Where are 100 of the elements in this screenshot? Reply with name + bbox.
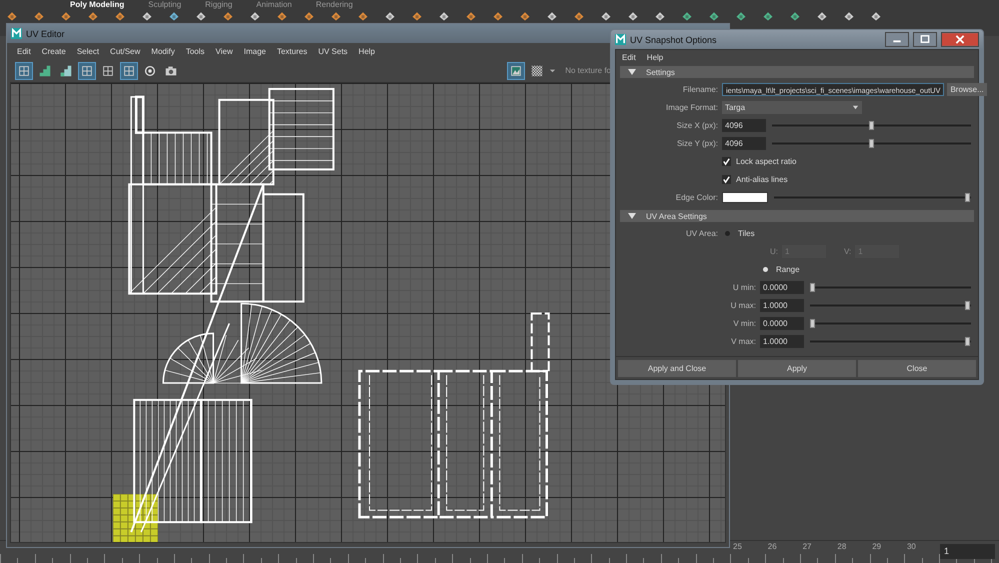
tool-icon[interactable] xyxy=(249,10,261,22)
color-swatch[interactable] xyxy=(722,192,768,202)
tool-icon[interactable] xyxy=(411,10,423,22)
caret-icon[interactable] xyxy=(852,104,859,110)
menu-item[interactable]: Tools xyxy=(186,47,205,56)
tool-icon[interactable] xyxy=(330,10,342,22)
image-icon[interactable] xyxy=(507,62,526,80)
field-label: Size X (px): xyxy=(676,120,718,130)
checkbox-label: Lock aspect ratio xyxy=(736,156,796,166)
slider-handle[interactable] xyxy=(868,138,874,148)
slider-handle[interactable] xyxy=(965,336,970,346)
checkbox[interactable] xyxy=(722,156,731,166)
app-logo-icon xyxy=(615,34,626,45)
radio-label: Tiles xyxy=(738,228,755,238)
number-field[interactable]: 1.0000 xyxy=(760,298,804,312)
maximize-icon[interactable] xyxy=(913,32,937,47)
dialog-button[interactable]: Close xyxy=(858,360,976,377)
tool-icon[interactable] xyxy=(195,10,207,22)
tool-icon[interactable] xyxy=(276,10,288,22)
slider-handle[interactable] xyxy=(810,318,815,328)
close-icon[interactable] xyxy=(941,32,979,47)
tool-icon[interactable] xyxy=(357,10,369,22)
tool-icon[interactable] xyxy=(303,10,315,22)
grid-icon[interactable] xyxy=(78,62,96,80)
tool-icon[interactable] xyxy=(627,10,639,22)
menu-item[interactable]: Image xyxy=(244,47,266,56)
field-label: Edge Color: xyxy=(676,192,718,202)
shelf-tab[interactable]: Animation xyxy=(256,0,292,9)
field-label: Size Y (px): xyxy=(676,138,718,148)
menu-item[interactable]: Create xyxy=(42,47,66,56)
menu-item[interactable]: Help xyxy=(646,53,664,62)
tool-icon[interactable] xyxy=(762,10,774,22)
number-field[interactable]: 4096 xyxy=(722,136,766,150)
tool-icon[interactable] xyxy=(735,10,747,22)
tool-icon[interactable] xyxy=(843,10,855,22)
image-format-dropdown[interactable]: Targa xyxy=(722,100,862,114)
radio-button[interactable] xyxy=(763,266,768,272)
menu-item[interactable]: View xyxy=(216,47,233,56)
tool-icon[interactable] xyxy=(114,10,126,22)
tool-icon[interactable] xyxy=(168,10,180,22)
menu-item[interactable]: Cut/Sew xyxy=(110,47,140,56)
minimize-icon[interactable] xyxy=(885,32,909,47)
menu-item[interactable]: UV Sets xyxy=(318,47,348,56)
menu-item[interactable]: Help xyxy=(358,47,375,56)
tool-icon[interactable] xyxy=(222,10,234,22)
tool-icon[interactable] xyxy=(384,10,396,22)
menu-item[interactable]: Edit xyxy=(17,47,31,56)
tool-icon[interactable] xyxy=(519,10,531,22)
tool-icon[interactable] xyxy=(546,10,558,22)
tool-icon[interactable] xyxy=(465,10,477,22)
number-field[interactable]: 0.0000 xyxy=(760,280,804,294)
window-title: UV Editor xyxy=(26,28,65,38)
shelf-tab[interactable]: Poly Modeling xyxy=(70,0,124,9)
number-field[interactable]: 1.0000 xyxy=(760,334,804,348)
number-field[interactable]: 0.0000 xyxy=(760,316,804,330)
tool-icon[interactable] xyxy=(870,10,882,22)
menu-item[interactable]: Select xyxy=(76,47,100,56)
tool-icon[interactable] xyxy=(816,10,828,22)
menu-item[interactable]: Modify xyxy=(151,47,175,56)
shelf-tab[interactable]: Sculpting xyxy=(148,0,182,9)
tool-icon[interactable] xyxy=(33,10,45,22)
frame-number: 25 xyxy=(733,542,743,551)
tool-icon[interactable] xyxy=(141,10,153,22)
tool-icon[interactable] xyxy=(87,10,99,22)
checkbox[interactable] xyxy=(722,174,731,184)
radio-button[interactable] xyxy=(725,230,730,236)
slider-handle[interactable] xyxy=(965,300,970,310)
field-label: U max: xyxy=(730,300,756,310)
tool-icon[interactable] xyxy=(654,10,666,22)
field-label: Filename: xyxy=(682,84,718,94)
slider-handle[interactable] xyxy=(810,282,815,292)
checkbox-label: Anti-alias lines xyxy=(736,174,788,184)
number-field[interactable]: 4096 xyxy=(722,118,766,132)
dialog-button[interactable]: Apply xyxy=(738,360,856,377)
frame-number: 27 xyxy=(802,542,812,551)
section-header[interactable]: Settings xyxy=(620,66,974,78)
menu-item[interactable]: Textures xyxy=(276,47,308,56)
browse-button[interactable]: Browse... xyxy=(947,82,987,96)
menu-item[interactable]: Edit xyxy=(622,53,636,62)
shelf-tab[interactable]: Rigging xyxy=(205,0,232,9)
current-frame-field[interactable]: 1 xyxy=(940,544,995,559)
caret-icon[interactable] xyxy=(549,67,556,74)
tool-icon[interactable] xyxy=(438,10,450,22)
tool-icon[interactable] xyxy=(573,10,585,22)
tool-icon[interactable] xyxy=(6,10,18,22)
grid-icon[interactable] xyxy=(120,62,138,80)
section-header[interactable]: UV Area Settings xyxy=(620,210,974,222)
tool-icon[interactable] xyxy=(492,10,504,22)
tool-icon[interactable] xyxy=(60,10,72,22)
slider-handle[interactable] xyxy=(868,120,874,130)
tool-icon[interactable] xyxy=(708,10,720,22)
dialog-button[interactable]: Apply and Close xyxy=(618,360,736,377)
shelf-tab[interactable]: Rendering xyxy=(316,0,353,9)
grid-icon[interactable] xyxy=(15,62,33,80)
slider-handle[interactable] xyxy=(965,192,970,202)
frame-number: 29 xyxy=(872,542,882,551)
tool-icon[interactable] xyxy=(600,10,612,22)
tool-icon[interactable] xyxy=(681,10,693,22)
tool-icon[interactable] xyxy=(789,10,801,22)
frame-number: 26 xyxy=(768,542,778,551)
